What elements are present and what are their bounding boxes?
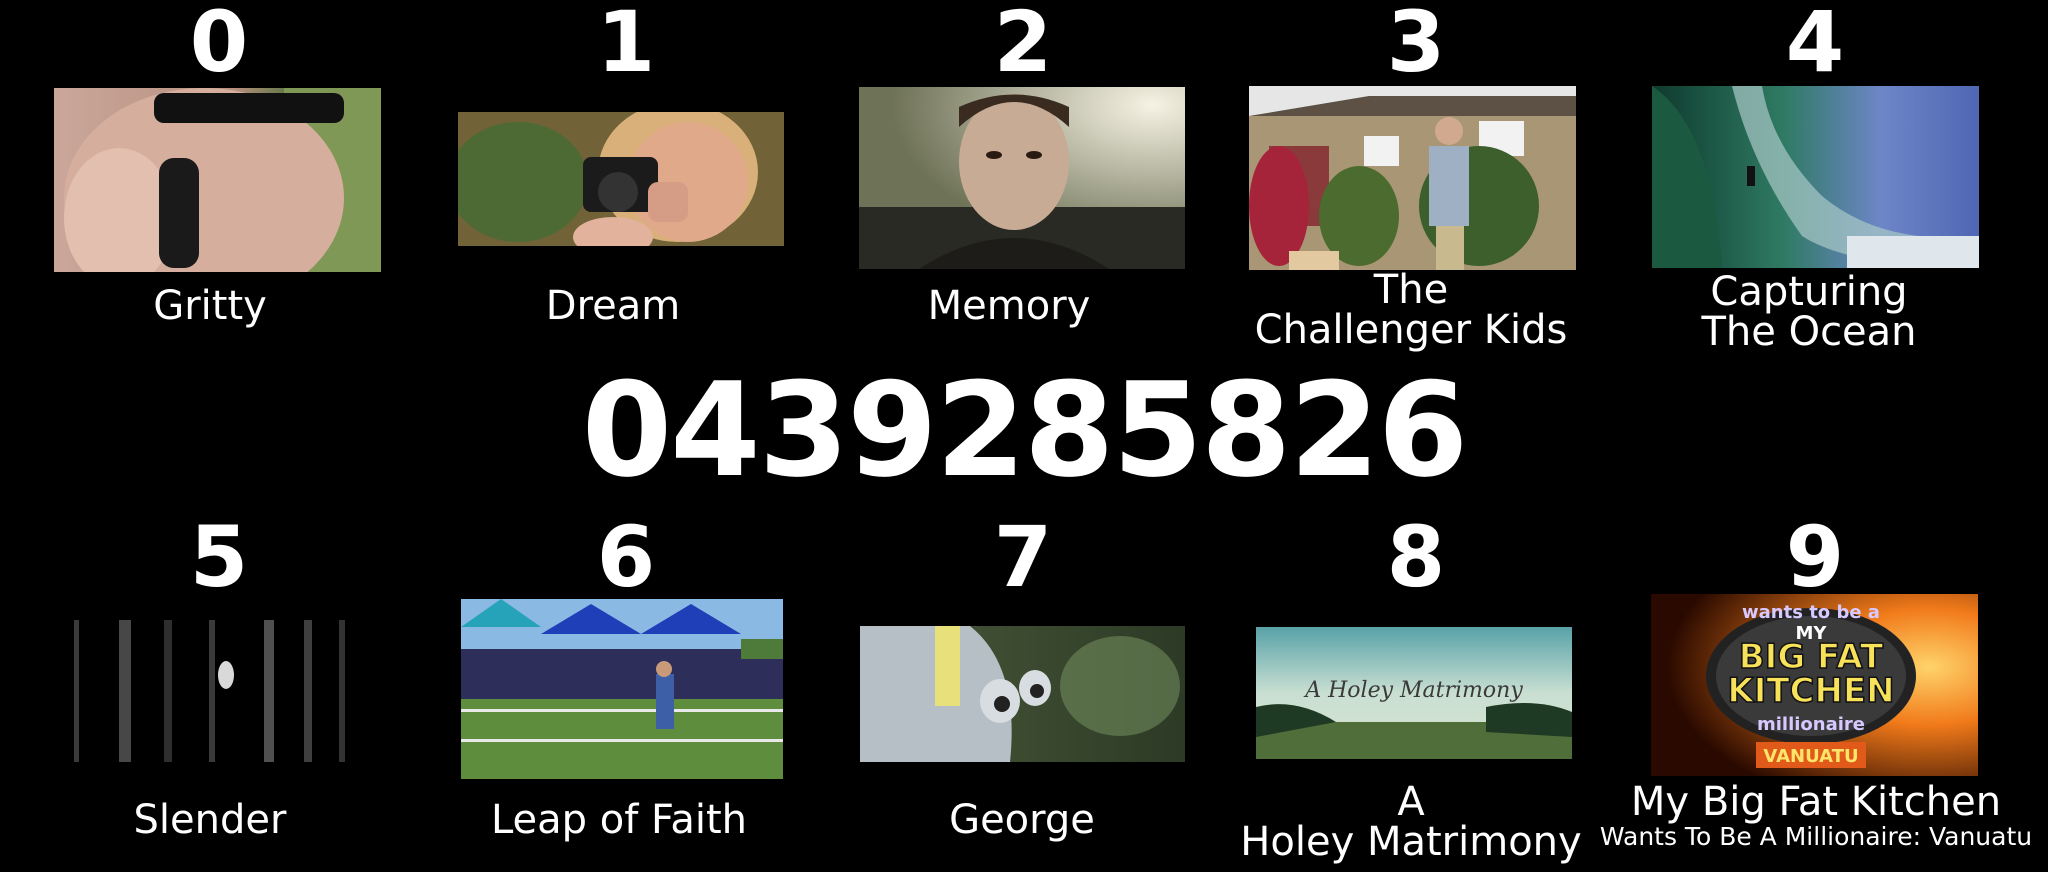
digit-1: 1 <box>596 0 656 91</box>
thumbnail-challenger-kids[interactable] <box>1249 86 1576 270</box>
title-slender: Slender <box>133 797 287 843</box>
title-george: George <box>949 797 1095 843</box>
thumbnail-gritty[interactable] <box>54 88 381 272</box>
title-holey-matrimony: A Holey Matrimony <box>1240 779 1582 865</box>
digit-5: 5 <box>189 508 249 606</box>
digit-4: 4 <box>1785 0 1845 91</box>
kitchen-thumb-m: millionaire <box>1757 714 1865 735</box>
thumbnail-memory[interactable] <box>859 87 1185 269</box>
title-leap-of-faith: Leap of Faith <box>490 797 748 843</box>
title-big-fat-kitchen-main: My Big Fat Kitchen <box>1630 779 2002 825</box>
thumbnail-leap-of-faith[interactable] <box>461 599 783 779</box>
thumbnail-capturing-ocean[interactable] <box>1652 86 1979 268</box>
title-big-fat-kitchen-sub: Wants To Be A Millionaire: Vanuatu <box>1599 822 2033 851</box>
digit-3: 3 <box>1386 0 1446 91</box>
holey-thumb-text: A Holey Matrimony <box>1303 678 1523 703</box>
title-capturing-ocean: Capturing The Ocean <box>1701 269 1917 355</box>
thumbnail-george[interactable] <box>860 626 1185 762</box>
digit-8: 8 <box>1386 508 1446 606</box>
thumbnail-dream[interactable] <box>458 112 784 246</box>
digit-7: 7 <box>993 508 1053 606</box>
thumbnail-slender[interactable] <box>54 620 381 762</box>
title-big-fat-kitchen: My Big Fat Kitchen Wants To Be A Million… <box>1596 782 2036 852</box>
digit-9: 9 <box>1785 508 1845 606</box>
thumbnail-holey-matrimony[interactable]: A Holey Matrimony <box>1256 627 1572 759</box>
kitchen-thumb-v: VANUATU <box>1763 746 1858 767</box>
kitchen-thumb-k: KITCHEN <box>1727 671 1894 711</box>
digit-0: 0 <box>189 0 249 91</box>
phone-number: 0439285826 <box>581 354 1469 506</box>
digit-6: 6 <box>596 508 656 606</box>
title-memory: Memory <box>927 283 1091 329</box>
digit-2: 2 <box>993 0 1053 91</box>
title-gritty: Gritty <box>153 283 267 329</box>
thumbnail-big-fat-kitchen[interactable]: wants to be a MY BIG FAT KITCHEN million… <box>1651 594 1978 776</box>
title-dream: Dream <box>545 283 681 329</box>
kitchen-thumb-top: wants to be a <box>1742 602 1880 623</box>
title-challenger-kids: The Challenger Kids <box>1254 267 1568 353</box>
